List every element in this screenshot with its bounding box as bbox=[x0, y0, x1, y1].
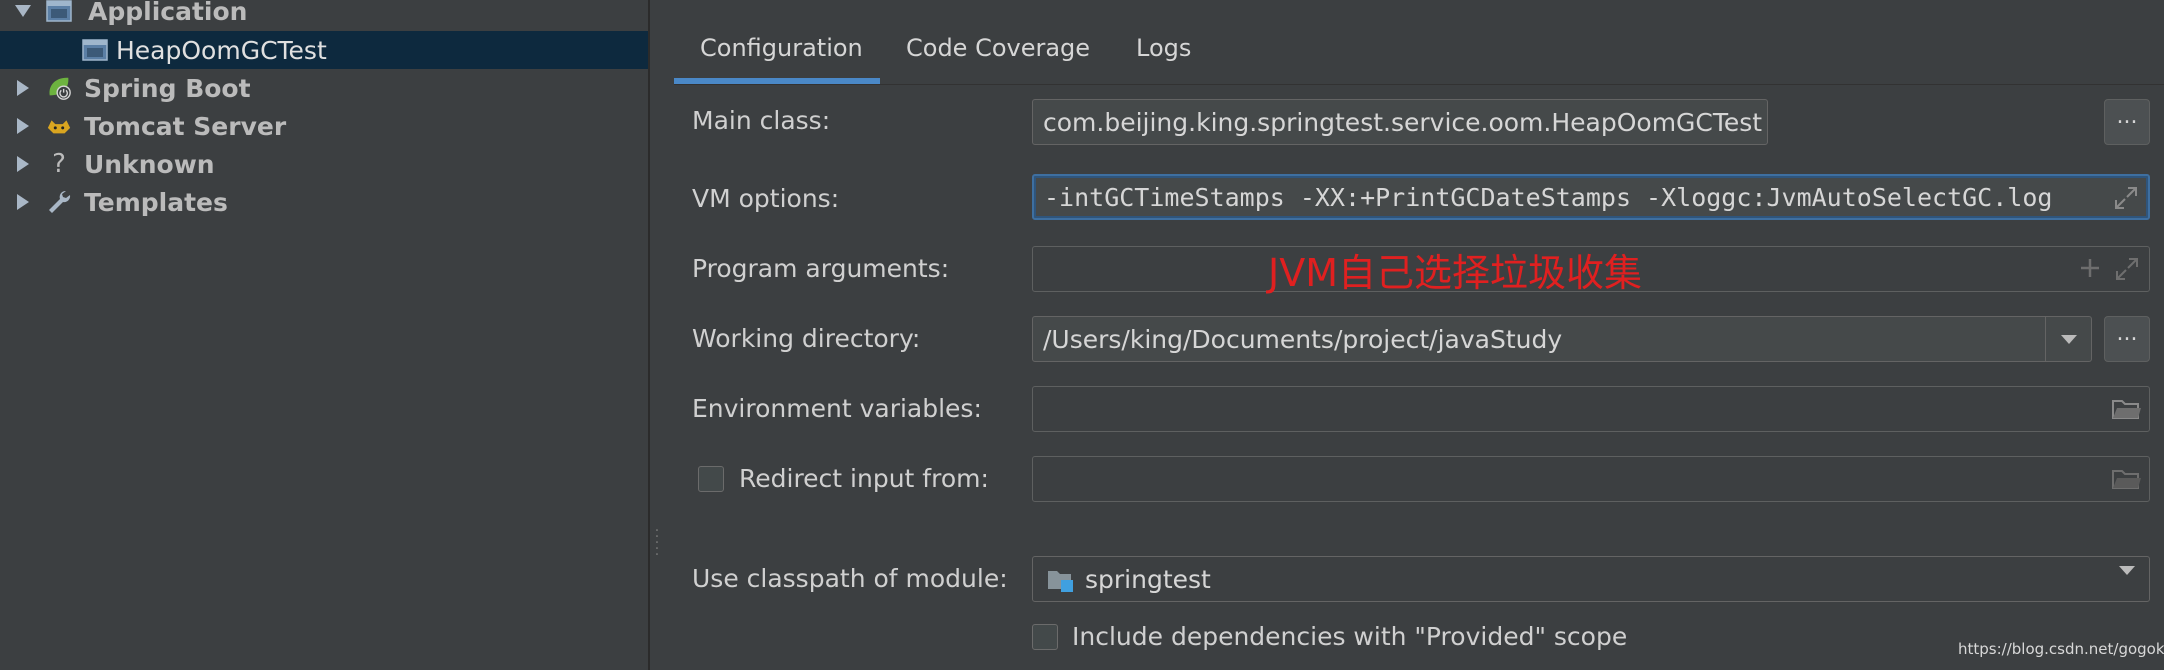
collapse-arrow-icon[interactable] bbox=[14, 2, 32, 20]
tree-item-label: Tomcat Server bbox=[84, 111, 287, 141]
redirect-input-label: Redirect input from: bbox=[739, 464, 989, 493]
application-icon bbox=[46, 0, 72, 24]
configuration-panel: Configuration Code Coverage Logs Main cl… bbox=[674, 0, 2164, 670]
tree-item-heapoomgctest[interactable]: HeapOomGCTest bbox=[0, 31, 648, 69]
watermark: https://blog.csdn.net/gogoky bbox=[1958, 640, 2164, 658]
expand-arrow-icon[interactable] bbox=[14, 155, 32, 173]
tree-item-templates[interactable]: Templates bbox=[0, 183, 648, 221]
main-class-browse-button[interactable]: ... bbox=[2104, 99, 2150, 145]
tree-item-label: Application bbox=[88, 0, 248, 26]
environment-variables-input[interactable] bbox=[1032, 386, 2150, 432]
tab-code-coverage[interactable]: Code Coverage bbox=[906, 30, 1090, 84]
tree-item-application[interactable]: Application bbox=[0, 0, 648, 30]
main-class-label: Main class: bbox=[692, 106, 831, 135]
chevron-down-icon[interactable] bbox=[2045, 317, 2091, 361]
vm-options-input[interactable]: ‐intGCTimeStamps -XX:+PrintGCDateStamps … bbox=[1032, 174, 2150, 220]
tomcat-icon bbox=[46, 113, 72, 139]
tree-item-label: Spring Boot bbox=[84, 73, 251, 103]
add-icon[interactable] bbox=[2077, 255, 2103, 281]
wrench-icon bbox=[46, 189, 72, 215]
tree-item-tomcat-server[interactable]: Tomcat Server bbox=[0, 107, 648, 145]
classpath-module-select[interactable]: springtest bbox=[1032, 556, 2150, 602]
environment-variables-label: Environment variables: bbox=[692, 394, 982, 423]
program-arguments-label: Program arguments: bbox=[692, 254, 950, 283]
question-icon: ? bbox=[52, 149, 66, 179]
working-directory-value: /Users/king/Documents/project/javaStudy bbox=[1043, 324, 1563, 354]
tree-item-spring-boot[interactable]: Spring Boot bbox=[0, 69, 648, 107]
chevron-down-icon[interactable] bbox=[2119, 575, 2135, 585]
vm-options-value: ‐intGCTimeStamps -XX:+PrintGCDateStamps … bbox=[1044, 182, 2053, 212]
run-config-icon bbox=[82, 37, 108, 63]
annotation-text: JVM自己选择垃圾收集 bbox=[1268, 251, 1642, 295]
expand-arrow-icon[interactable] bbox=[14, 193, 32, 211]
include-provided-label: Include dependencies with "Provided" sco… bbox=[1072, 622, 1628, 651]
tree-item-label: HeapOomGCTest bbox=[116, 35, 327, 65]
configuration-tree: Application HeapOomGCTest Spring Boot To… bbox=[0, 0, 650, 670]
module-folder-icon bbox=[1048, 571, 1073, 592]
tree-item-label: Templates bbox=[84, 187, 228, 217]
redirect-input-checkbox[interactable] bbox=[698, 466, 724, 492]
splitter-handle[interactable]: · · · · · bbox=[651, 524, 663, 562]
tab-configuration[interactable]: Configuration bbox=[700, 30, 863, 84]
working-directory-combo[interactable]: /Users/king/Documents/project/javaStudy bbox=[1032, 316, 2092, 362]
expand-arrow-icon[interactable] bbox=[14, 79, 32, 97]
main-class-value: com.beijing.king.springtest.service.oom.… bbox=[1043, 107, 1763, 137]
working-directory-browse-button[interactable]: ... bbox=[2104, 316, 2150, 362]
expand-arrow-icon[interactable] bbox=[14, 117, 32, 135]
include-provided-checkbox[interactable] bbox=[1032, 624, 1058, 650]
expand-icon[interactable] bbox=[2112, 184, 2140, 212]
tab-divider bbox=[674, 84, 2164, 85]
tab-logs[interactable]: Logs bbox=[1136, 30, 1191, 84]
classpath-module-label: Use classpath of module: bbox=[692, 564, 1008, 593]
folder-icon[interactable] bbox=[2111, 397, 2141, 421]
expand-icon[interactable] bbox=[2113, 255, 2141, 283]
run-configurations-dialog: Application HeapOomGCTest Spring Boot To… bbox=[0, 0, 2164, 670]
spring-boot-icon bbox=[46, 75, 72, 101]
folder-icon[interactable] bbox=[2111, 467, 2141, 491]
tab-bar: Configuration Code Coverage Logs bbox=[674, 0, 2164, 85]
vm-options-label: VM options: bbox=[692, 184, 840, 213]
redirect-input-field[interactable] bbox=[1032, 456, 2150, 502]
working-directory-label: Working directory: bbox=[692, 324, 921, 353]
main-class-input[interactable]: com.beijing.king.springtest.service.oom.… bbox=[1032, 99, 1768, 145]
tree-item-label: Unknown bbox=[84, 149, 215, 179]
tree-item-unknown[interactable]: ? Unknown bbox=[0, 145, 648, 183]
